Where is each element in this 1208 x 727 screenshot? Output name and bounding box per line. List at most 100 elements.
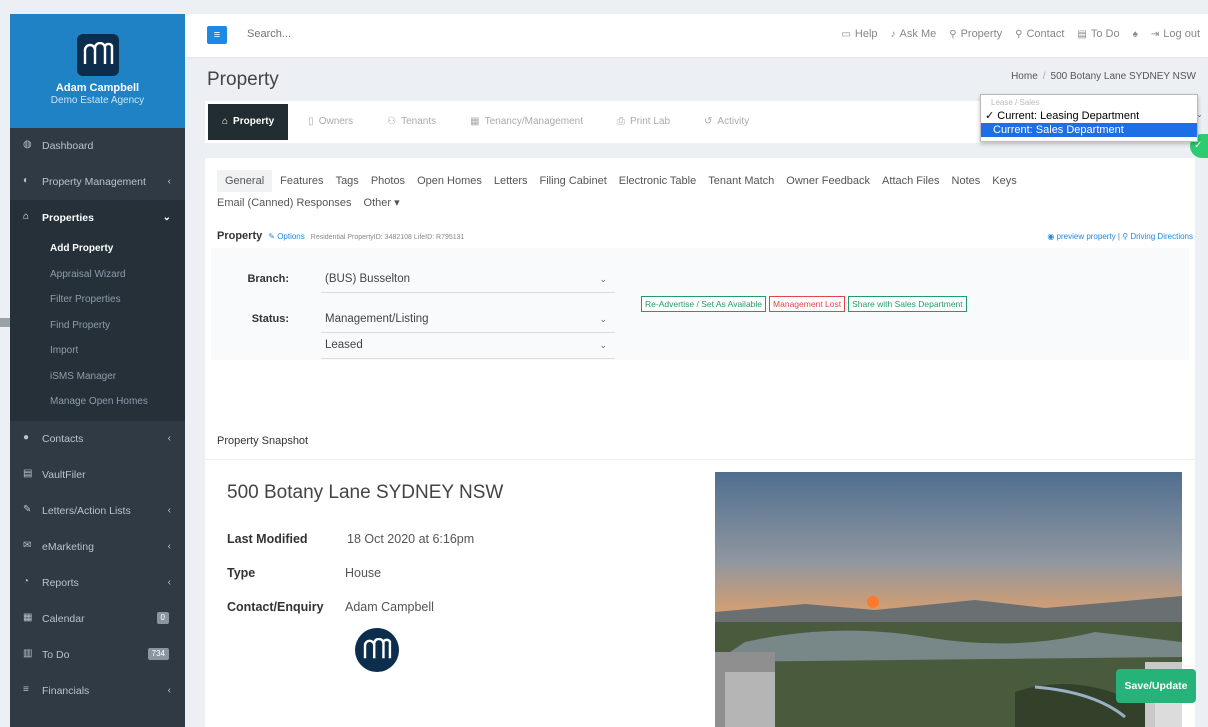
tab-tenants[interactable]: ⚇ Tenants [373, 104, 450, 140]
property-search-link[interactable]: ⚲ Property [949, 28, 1002, 40]
sidebar-item-contacts[interactable]: ● Contacts ‹ [10, 421, 185, 457]
microphone-icon: ♪ [890, 28, 896, 40]
contact-search-link[interactable]: ⚲ Contact [1015, 28, 1064, 40]
property-photo[interactable] [715, 472, 1182, 727]
eye-icon: ◉ [1047, 232, 1055, 241]
sidebar-item-property-management[interactable]: ◐ Property Management ‹ [10, 164, 185, 200]
sidebar-item-properties[interactable]: ⌂ Properties ⌄ [10, 200, 185, 236]
tab-open-homes[interactable]: Open Homes [417, 170, 494, 192]
sidebar-item-todo[interactable]: ▥ To Do 734 [10, 637, 185, 673]
chevron-left-icon: ‹ [167, 432, 171, 444]
company-logo[interactable] [76, 34, 119, 76]
branch-select[interactable]: (BUS) Busselton ⌄ [321, 265, 615, 293]
readvertise-button[interactable]: Re-Advertise / Set As Available [641, 296, 767, 312]
ask-me-link[interactable]: ♪ Ask Me [891, 28, 937, 40]
status-row: Status: [211, 304, 301, 334]
tab-activity[interactable]: ↺ Activity [690, 104, 763, 140]
print-icon: ⎙ [617, 116, 625, 127]
tab-keys[interactable]: Keys [992, 170, 1028, 192]
options-link[interactable]: ✎ Options [268, 232, 305, 241]
submenu-filter-properties[interactable]: Filter Properties [10, 287, 185, 313]
chevron-left-icon: ‹ [167, 176, 171, 187]
sidebar-item-financials[interactable]: ≡ Financials ‹ [10, 673, 185, 709]
tab-property[interactable]: ⌂ Property [208, 104, 289, 140]
home-icon: ⌂ [222, 116, 229, 127]
todo-link[interactable]: ▤ To Do [1077, 28, 1119, 40]
department-dropdown[interactable]: Lease / Sales ✓ Current: Leasing Departm… [980, 94, 1198, 142]
envelope-icon: ✉ [23, 539, 32, 551]
tab-tenant-match[interactable]: Tenant Match [708, 170, 786, 192]
search-input[interactable] [247, 28, 447, 40]
share-sales-button[interactable]: Share with Sales Department [848, 296, 967, 312]
tab-owners[interactable]: ▯ Owners [294, 104, 367, 140]
submenu-find-property[interactable]: Find Property [10, 313, 185, 339]
property-address: 500 Botany Lane SYDNEY NSW [227, 482, 504, 503]
sidebar-item-vaultfiler[interactable]: ▤ VaultFiler [10, 457, 185, 493]
top-nav: ▭ Help ♪ Ask Me ⚲ Property ⚲ Contact ▤ To Do … [841, 28, 1200, 40]
tab-owner-feedback[interactable]: Owner Feedback [786, 170, 882, 192]
tab-other-dropdown[interactable]: Other ▾ [364, 192, 412, 214]
document-icon: ▯ [308, 116, 314, 127]
submenu-isms-manager[interactable]: iSMS Manager [10, 364, 185, 390]
tab-general[interactable]: General [217, 170, 273, 192]
sidebar-item-letters[interactable]: ✎ Letters/Action Lists ‹ [10, 493, 185, 529]
user-name[interactable]: Adam Campbell [10, 82, 185, 94]
status-label: Status: [251, 313, 289, 325]
tab-photos[interactable]: Photos [371, 170, 417, 192]
financials-icon: ≡ [23, 683, 29, 695]
properties-submenu: Add Property Appraisal Wizard Filter Pro… [10, 236, 185, 421]
dropdown-caret-icon: ⌄ [1196, 110, 1203, 119]
contact-label: Contact/Enquiry [227, 600, 324, 614]
submenu-manage-open-homes[interactable]: Manage Open Homes [10, 389, 185, 415]
search-icon: ⚲ [949, 28, 957, 40]
type-value: House [345, 566, 382, 580]
breadcrumb-current: 500 Botany Lane SYDNEY NSW [1050, 71, 1196, 82]
dropdown-header: Lease / Sales [991, 98, 1040, 107]
preview-property-link[interactable]: preview property [1057, 232, 1116, 241]
submenu-import[interactable]: Import [10, 338, 185, 364]
breadcrumb-separator: / [1042, 71, 1046, 82]
tab-features[interactable]: Features [280, 170, 335, 192]
submenu-appraisal-wizard[interactable]: Appraisal Wizard [10, 262, 185, 288]
option-leasing-department[interactable]: ✓ Current: Leasing Department [981, 109, 1197, 123]
sidebar-item-calendar[interactable]: ▦ Calendar 0 [10, 601, 185, 637]
option-sales-department[interactable]: Current: Sales Department [981, 123, 1197, 137]
sidebar-item-dashboard[interactable]: ◍ Dashboard [10, 128, 185, 164]
link-separator: | [1117, 232, 1120, 241]
calendar-icon: ▦ [23, 611, 33, 623]
notifications-button[interactable]: ♠ [1133, 28, 1138, 40]
tab-print-lab[interactable]: ⎙ Print Lab [603, 104, 684, 140]
chevron-left-icon: ‹ [167, 684, 171, 696]
sidebar-item-emarketing[interactable]: ✉ eMarketing ‹ [10, 529, 185, 565]
tab-tenancy-management[interactable]: ▦ Tenancy/Management [456, 104, 597, 140]
menu-toggle-icon[interactable]: ≡ [207, 26, 227, 44]
agency-logo [355, 628, 399, 672]
help-link[interactable]: ▭ Help [841, 28, 877, 40]
breadcrumb-home[interactable]: Home [1011, 71, 1038, 82]
status-actions: Re-Advertise / Set As Available Manageme… [641, 296, 967, 312]
tab-notes[interactable]: Notes [952, 170, 993, 192]
chevron-down-icon: ⌄ [162, 212, 171, 223]
sidebar-item-reports[interactable]: ◔ Reports ‹ [10, 565, 185, 601]
submenu-add-property[interactable]: Add Property [10, 236, 185, 262]
tab-electronic-table[interactable]: Electronic Table [619, 170, 708, 192]
reports-icon: ◔ [23, 575, 30, 587]
branch-row: Branch: [211, 264, 301, 294]
substatus-select[interactable]: Leased ⌄ [321, 331, 615, 359]
tab-email-responses[interactable]: Email (Canned) Responses [217, 192, 364, 214]
management-lost-button[interactable]: Management Lost [769, 296, 846, 312]
last-modified-row: Last Modified 18 Oct 2020 at 6:16pm [227, 532, 474, 546]
last-modified-value: 18 Oct 2020 at 6:16pm [347, 532, 475, 546]
logout-icon: ⇥ [1150, 28, 1160, 40]
agency-name: Demo Estate Agency [50, 95, 145, 106]
status-select[interactable]: Management/Listing ⌄ [321, 305, 615, 333]
driving-directions-link[interactable]: Driving Directions [1130, 232, 1193, 241]
tab-tags[interactable]: Tags [336, 170, 371, 192]
save-update-button[interactable]: Save/Update [1116, 669, 1196, 703]
logout-link[interactable]: ⇥ Log out [1151, 28, 1200, 40]
tab-letters[interactable]: Letters [494, 170, 540, 192]
history-icon: ↺ [704, 116, 713, 127]
contact-value[interactable]: Adam Campbell [345, 600, 434, 614]
tab-filing-cabinet[interactable]: Filing Cabinet [540, 170, 619, 192]
tab-attach-files[interactable]: Attach Files [882, 170, 951, 192]
